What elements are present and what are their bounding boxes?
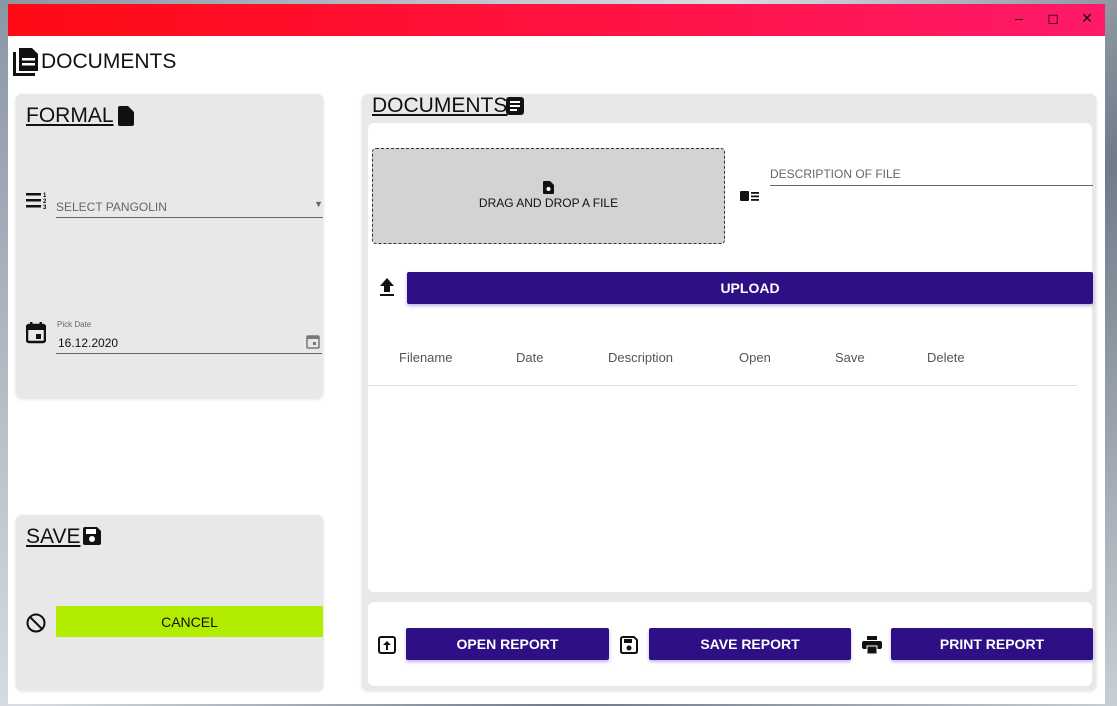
save-report-button[interactable]: SAVE REPORT (649, 628, 851, 660)
cancel-button[interactable]: CANCEL (56, 606, 323, 637)
documents-stack-icon (11, 46, 41, 83)
calendar-icon (25, 322, 47, 349)
upload-icon (378, 277, 396, 302)
printer-icon (862, 636, 882, 659)
maximize-button[interactable]: ◻ (1042, 10, 1064, 30)
dropzone-label: DRAG AND DROP A FILE (478, 196, 619, 210)
description-icon (740, 190, 760, 208)
column-header-filename[interactable]: Filename (399, 350, 452, 365)
upload-card: DRAG AND DROP A FILE DESCRIPTION OF FILE… (368, 123, 1093, 592)
select-placeholder: SELECT PANGOLIN (56, 200, 167, 214)
close-button[interactable]: ✕ (1076, 10, 1098, 30)
description-placeholder: DESCRIPTION OF FILE (770, 167, 901, 181)
column-header-open[interactable]: Open (739, 350, 771, 365)
date-value: 16.12.2020 (58, 336, 119, 350)
save-icon (620, 636, 638, 659)
table-header-divider (368, 385, 1077, 386)
save-heading: SAVE (26, 525, 81, 548)
floppy-disk-icon (83, 527, 101, 550)
date-label: Pick Date (57, 320, 92, 329)
save-panel: SAVE CANCEL (16, 515, 323, 690)
svg-text:3: 3 (43, 205, 47, 209)
upload-button[interactable]: UPLOAD (407, 272, 1093, 304)
minimize-button[interactable]: – (1008, 10, 1030, 30)
title-bar[interactable]: – ◻ ✕ (8, 4, 1105, 36)
column-header-date[interactable]: Date (516, 350, 543, 365)
formal-heading: FORMAL (26, 104, 114, 127)
chevron-down-icon: ▼ (314, 199, 323, 209)
date-picker-icon[interactable] (306, 334, 320, 354)
documents-heading: DOCUMENTS (372, 94, 508, 117)
date-field[interactable]: 16.12.2020 (56, 330, 322, 354)
pangolin-select[interactable]: SELECT PANGOLIN ▼ (56, 194, 323, 218)
column-header-save[interactable]: Save (835, 350, 865, 365)
description-input[interactable]: DESCRIPTION OF FILE (770, 161, 1093, 186)
open-report-button[interactable]: OPEN REPORT (406, 628, 609, 660)
documents-panel: DOCUMENTS DRAG AND DROP A FILE DESCRIPTI… (362, 94, 1096, 690)
app-title: DOCUMENTS (41, 50, 177, 73)
open-in-icon (378, 636, 396, 659)
file-dropzone[interactable]: DRAG AND DROP A FILE (372, 148, 725, 244)
report-card: OPEN REPORT SAVE REPORT PRINT REPORT (368, 602, 1093, 686)
cancel-block-icon (26, 613, 46, 638)
print-report-button[interactable]: PRINT REPORT (891, 628, 1093, 660)
formal-panel: FORMAL 123 SELECT PANGOLIN ▼ Pick Date 1… (16, 94, 323, 398)
numbered-list-icon: 123 (26, 191, 48, 214)
column-header-delete[interactable]: Delete (927, 350, 965, 365)
column-header-description[interactable]: Description (608, 350, 673, 365)
article-icon (506, 97, 524, 120)
file-icon (118, 106, 134, 131)
